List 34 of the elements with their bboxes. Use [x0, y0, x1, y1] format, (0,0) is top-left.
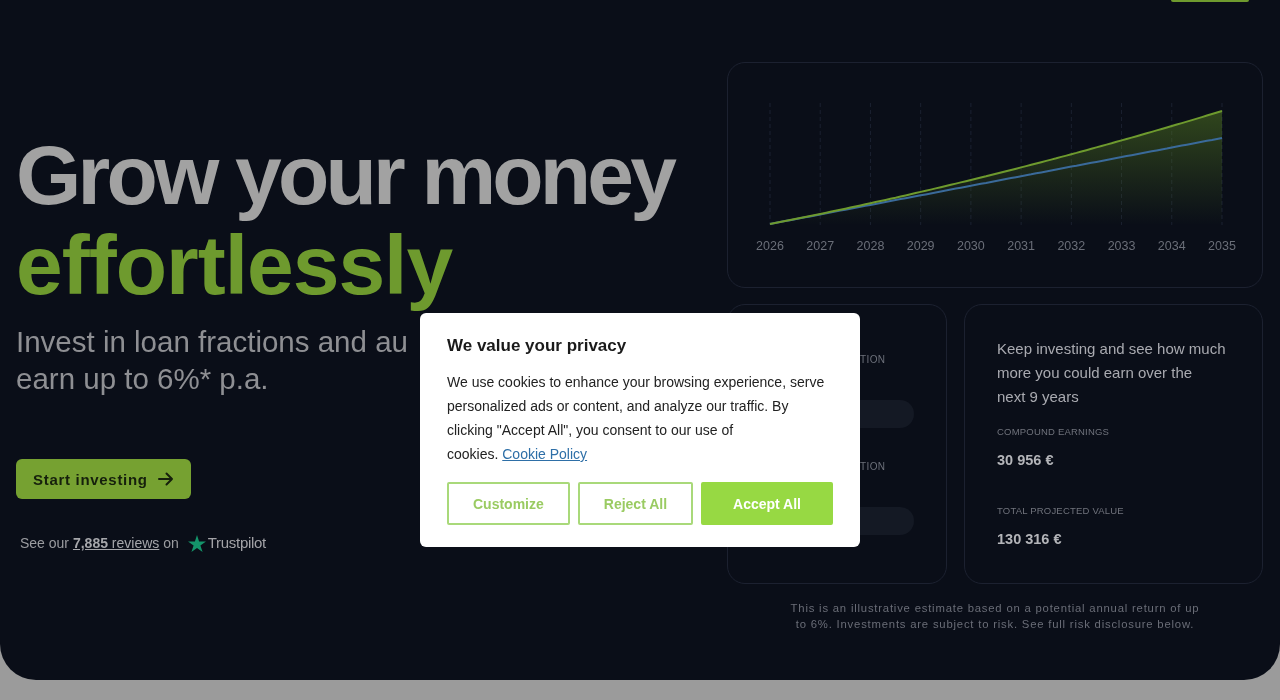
subtitle-line: Invest in loan fractions and au [16, 324, 408, 360]
stat-value: 130 316 € [997, 530, 1062, 549]
year-label: 2032 [1057, 239, 1086, 253]
year-label: 2028 [856, 239, 885, 253]
headline-accent: effortlessly [16, 220, 453, 310]
year-label: 2031 [1007, 239, 1035, 253]
brand-name[interactable]: Trustpilot [207, 533, 266, 553]
subtitle-line: earn up to 6%* p.a. [16, 361, 269, 397]
cookie-policy-link[interactable]: Cookie Policy [502, 446, 588, 462]
stat-label: COMPOUND EARNINGS [997, 425, 1110, 439]
input-field[interactable] [860, 507, 914, 535]
field-label: TION [860, 353, 887, 367]
year-label: 2034 [1157, 239, 1186, 253]
stat-label: TOTAL PROJECTED VALUE [997, 504, 1124, 518]
year-label: 2027 [806, 239, 835, 253]
header-button-edge[interactable] [1171, 0, 1249, 2]
dialog-title: We value your privacy [447, 335, 628, 357]
arrow-right-icon [157, 472, 174, 486]
stat-value: 30 956 € [997, 451, 1054, 470]
headline: Grow your money [16, 130, 674, 220]
reviews-link[interactable]: 7,885 reviews [72, 535, 160, 551]
input-field[interactable] [860, 400, 914, 428]
projection-intro: Keep investing and see how much more you could earn over the next 9 years [997, 339, 1227, 407]
disclaimer-text: This is an illustrative estimate based on a potential annual return of up to 6%. Investments are subject to risk. See full risk disclosure below. [789, 601, 1201, 632]
year-label: 2035 [1208, 239, 1236, 253]
year-label: 2029 [906, 239, 935, 253]
cookie-text: We use cookies to enhance your browsing experience, serve personalized ads or content, and analyze our traffic. By clicking "Accept All", you consent to our use of cookies. Cookie Policy [447, 373, 826, 464]
reviews-text: See our 7,885 reviews on [20, 534, 179, 553]
year-label: 2033 [1107, 239, 1136, 253]
field-label: TION [860, 460, 887, 474]
year-label: 2026 [756, 239, 784, 253]
star-icon [187, 534, 206, 552]
year-label: 2030 [957, 239, 985, 253]
start-investing-button[interactable]: Start investing [16, 459, 191, 499]
